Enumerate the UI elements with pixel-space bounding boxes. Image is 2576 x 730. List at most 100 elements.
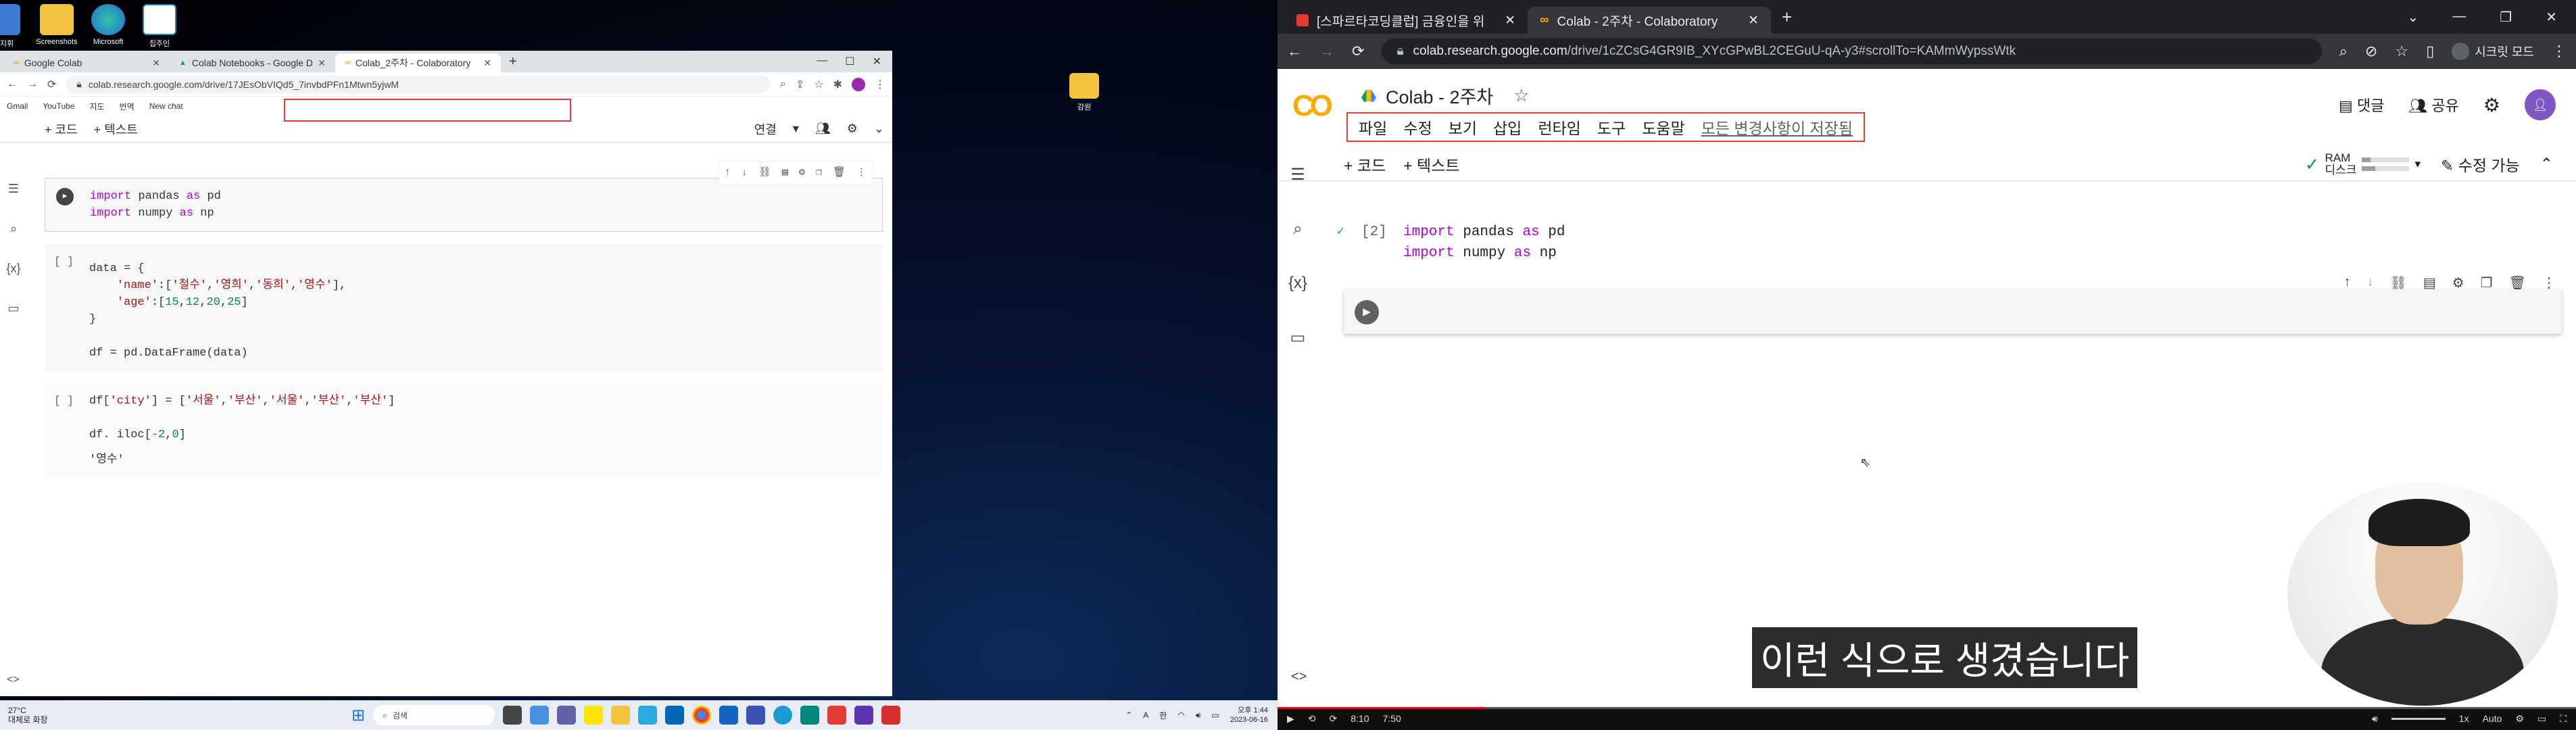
chevron-down-icon[interactable]: ▾ (793, 122, 799, 136)
desktop-icon[interactable]: Microsoft (81, 4, 135, 46)
edge-icon[interactable] (773, 706, 793, 725)
kakao-icon[interactable] (584, 706, 604, 725)
menu-view[interactable]: 보기 (1449, 116, 1477, 139)
minimize-icon[interactable]: — (817, 55, 827, 68)
variables-icon[interactable]: {x} (6, 262, 20, 276)
skip-icon[interactable]: ⟲ (1308, 713, 1316, 725)
delete-icon[interactable]: 🗑︎ (833, 164, 846, 181)
speed-label[interactable]: 1x (2459, 713, 2469, 724)
browser-tab-active[interactable]: ∞ Colab - 2주차 - Colaboratory ✕ (1528, 7, 1771, 34)
star-icon[interactable]: ☆ (814, 78, 823, 91)
terminal-icon[interactable]: <> (7, 674, 20, 686)
search-icon[interactable]: ⌕ (10, 222, 17, 236)
back-icon[interactable]: ← (1287, 43, 1302, 60)
play-icon[interactable]: ▶ (1287, 713, 1294, 725)
app-icon[interactable] (800, 706, 820, 725)
chevron-up-icon[interactable]: ⌃ (2540, 155, 2553, 173)
pdf-icon[interactable] (881, 706, 901, 725)
desktop-folder[interactable]: 감원 (1057, 73, 1111, 112)
chevron-down-icon[interactable]: ▾ (2414, 157, 2421, 170)
add-code-button[interactable]: + 코드 (1344, 153, 1386, 176)
close-icon[interactable]: ✕ (483, 57, 491, 69)
folder-icon[interactable]: ▭ (7, 301, 19, 316)
share-icon[interactable]: ⇪ (796, 78, 804, 91)
empty-code-cell[interactable]: ▶ (1344, 289, 2562, 334)
gear-icon[interactable]: ⚙ (847, 122, 858, 136)
extensions-icon[interactable]: ✱ (833, 78, 842, 91)
colab-logo[interactable]: CO (1292, 89, 1333, 123)
menu-icon[interactable]: ⋮ (2552, 43, 2567, 60)
close-icon[interactable]: ✕ (1748, 13, 1759, 28)
folder-icon[interactable]: ▭ (1290, 328, 1306, 347)
star-icon[interactable]: ☆ (2395, 43, 2408, 60)
replay-icon[interactable]: ⟳ (1330, 713, 1338, 725)
connect-button[interactable]: 연결 (754, 120, 777, 138)
add-code-button[interactable]: + 코드 (45, 120, 78, 138)
volume-icon[interactable]: 🔊︎ (1196, 710, 1201, 721)
url-field[interactable]: 🔒︎ colab.research.google.com/drive/17JEs… (66, 75, 771, 93)
app-icon[interactable] (827, 706, 847, 725)
quality-label[interactable]: Auto (2483, 713, 2502, 724)
save-status-link[interactable]: 모든 변경사항이 저장됨 (1701, 116, 1853, 139)
back-icon[interactable]: ← (7, 78, 18, 91)
comment-button[interactable]: ▤ 댓글 (2339, 94, 2384, 116)
zoom-icon[interactable]: ⌕ (780, 78, 786, 91)
add-text-button[interactable]: + 텍스트 (94, 120, 138, 138)
widgets-icon[interactable] (530, 706, 550, 725)
reload-icon[interactable]: ⟳ (1352, 43, 1364, 60)
taskbar-search[interactable]: ⌕ 검색 (373, 705, 495, 725)
edit-mode-button[interactable]: ✎ 수정 가능 (2441, 153, 2520, 176)
app-icon[interactable] (638, 706, 658, 725)
share-button[interactable]: 👥︎ 공유 (2408, 94, 2459, 116)
gear-icon[interactable]: ⚙ (2483, 94, 2500, 116)
chrome-icon[interactable] (692, 706, 712, 725)
gear-icon[interactable]: ⚙ (799, 164, 805, 181)
maximize-icon[interactable]: ❐ (2500, 9, 2512, 26)
code-cell[interactable]: ↑ ↓ ⛓ ▤ ⚙ ❐ 🗑︎ ⋮ ▶ import pandas as pd i… (45, 161, 883, 232)
bookmark-new-chat[interactable]: New chat (149, 101, 183, 111)
menu-tools[interactable]: 도구 (1597, 116, 1626, 139)
tab-search-icon[interactable]: ⌄ (2408, 9, 2419, 26)
terminal-icon[interactable]: <> (1291, 669, 1307, 685)
code-cell[interactable]: [ ] data = { 'name':['철수','영희','동희','영수'… (45, 244, 883, 371)
maximize-icon[interactable]: ☐ (845, 55, 854, 68)
desktop-icon[interactable]: 집주인 (132, 4, 187, 49)
arrow-down-icon[interactable]: ↓ (742, 164, 748, 181)
resource-indicator[interactable]: ✓ RAM 디스크 ▾ (2305, 151, 2421, 176)
app-icon[interactable] (719, 706, 739, 725)
clock[interactable]: 오후 1:44 2023-06-16 (1230, 706, 1268, 725)
collapse-icon[interactable]: ⌄ (874, 122, 884, 136)
app-icon[interactable] (854, 706, 874, 725)
forward-icon[interactable]: → (1319, 43, 1334, 60)
url-field[interactable]: 🔒︎ colab.research.google.com /drive/1cZC… (1382, 39, 2322, 64)
minimize-icon[interactable]: — (2452, 9, 2466, 26)
new-tab-icon[interactable]: + (501, 54, 517, 72)
windows-start-icon[interactable]: ⊞ (351, 706, 365, 725)
close-window-icon[interactable]: ✕ (2546, 9, 2557, 26)
desktop-icon[interactable]: Screenshots (30, 4, 84, 46)
sidepanel-icon[interactable]: ▯ (2426, 43, 2434, 60)
menu-file[interactable]: 파일 (1359, 116, 1387, 139)
wifi-icon[interactable]: ◠ (1177, 710, 1184, 720)
copy-icon[interactable]: ❐ (816, 164, 822, 181)
close-icon[interactable]: ✕ (1505, 13, 1515, 28)
search-icon[interactable]: ⌕ (1293, 220, 1302, 239)
theater-icon[interactable]: ▭ (2537, 713, 2546, 725)
menu-help[interactable]: 도움말 (1642, 116, 1684, 139)
arrow-up-icon[interactable]: ↑ (725, 164, 731, 181)
close-icon[interactable]: ✕ (318, 57, 326, 69)
more-icon[interactable]: ⋮ (856, 164, 867, 181)
browser-tab[interactable]: ▲ Colab Notebooks - Google Dri ✕ (170, 53, 335, 72)
star-icon[interactable]: ☆ (1513, 85, 1529, 106)
bookmark-gmail[interactable]: Gmail (7, 101, 28, 111)
menu-runtime[interactable]: 런타임 (1538, 116, 1580, 139)
fullscreen-icon[interactable]: ⛶ (2560, 713, 2567, 725)
incognito-profile[interactable]: 시크릿 모드 (2452, 43, 2534, 60)
profile-icon[interactable] (852, 77, 865, 91)
code-cell[interactable]: [ ] df['city'] = ['서울','부산','서울','부산','부… (45, 383, 883, 478)
lang-indicator[interactable]: A (1143, 710, 1148, 720)
run-cell-button[interactable]: ▶ (56, 188, 74, 205)
close-window-icon[interactable]: ✕ (873, 55, 881, 68)
toc-icon[interactable]: ☰ (1290, 165, 1305, 185)
app-icon[interactable] (746, 706, 766, 725)
